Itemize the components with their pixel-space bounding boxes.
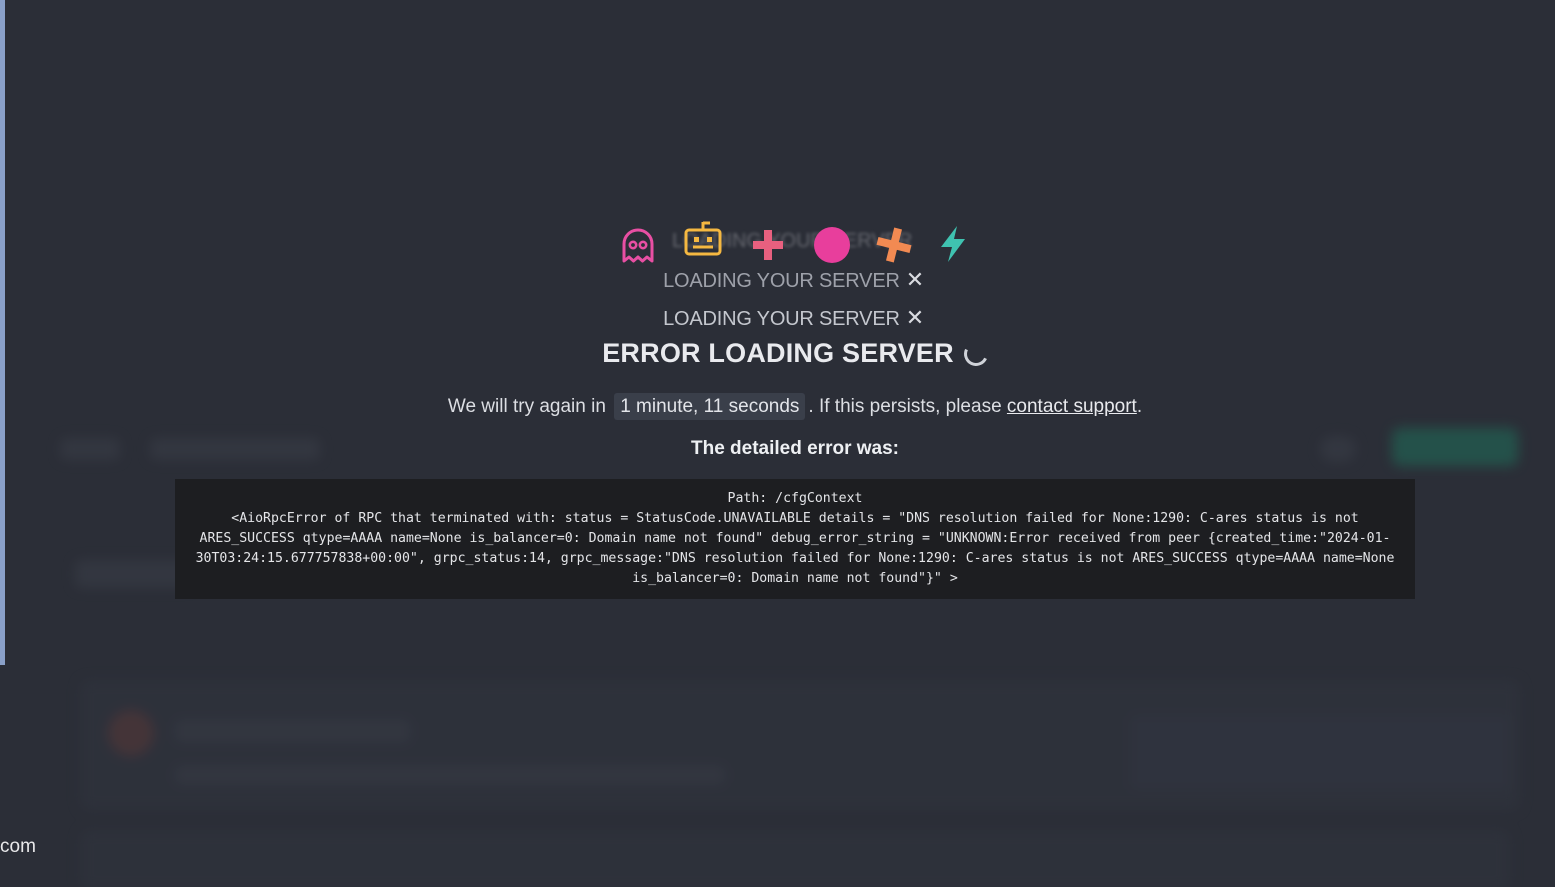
plus-icon bbox=[753, 230, 783, 260]
circle-icon bbox=[814, 227, 850, 263]
contact-support-link[interactable]: contact support bbox=[1007, 396, 1137, 417]
close-icon: ✕ bbox=[905, 305, 924, 330]
ghost-icon bbox=[622, 228, 654, 263]
close-icon: ✕ bbox=[905, 267, 924, 292]
retry-countdown: 1 minute, 11 seconds bbox=[614, 393, 806, 420]
cross-icon bbox=[876, 227, 912, 263]
loading-status-line: LOADING YOUR SERVER ✕ bbox=[16, 305, 1555, 331]
retry-suffix: . If this persists, please bbox=[808, 396, 1002, 417]
page: com LOADING YOUR SERVER LOADING YOUR SER… bbox=[0, 0, 1555, 887]
error-title: ERROR LOADING SERVER bbox=[0, 338, 1555, 370]
loading-status-text: LOADING YOUR SERVER bbox=[663, 270, 900, 292]
error-detail-box: Path: /cfgContext <AioRpcError of RPC th… bbox=[175, 479, 1415, 599]
error-overlay: LOADING YOUR SERVER LOADING YOUR SERVER … bbox=[0, 0, 1555, 887]
retry-end: . bbox=[1136, 396, 1143, 417]
error-title-text: ERROR LOADING SERVER bbox=[602, 338, 954, 368]
detailed-error-heading: The detailed error was: bbox=[690, 438, 899, 459]
retry-prefix: We will try again in bbox=[447, 396, 606, 417]
robot-icon bbox=[684, 221, 722, 256]
loading-status-text: LOADING YOUR SERVER bbox=[663, 308, 900, 330]
retry-message: We will try again in 1 minute, 11 second… bbox=[0, 393, 1555, 420]
lightning-icon bbox=[941, 226, 965, 262]
loading-status-line: LOADING YOUR SERVER ✕ bbox=[16, 267, 1555, 293]
loading-icon-row bbox=[617, 220, 977, 268]
spinner-icon bbox=[960, 338, 992, 370]
